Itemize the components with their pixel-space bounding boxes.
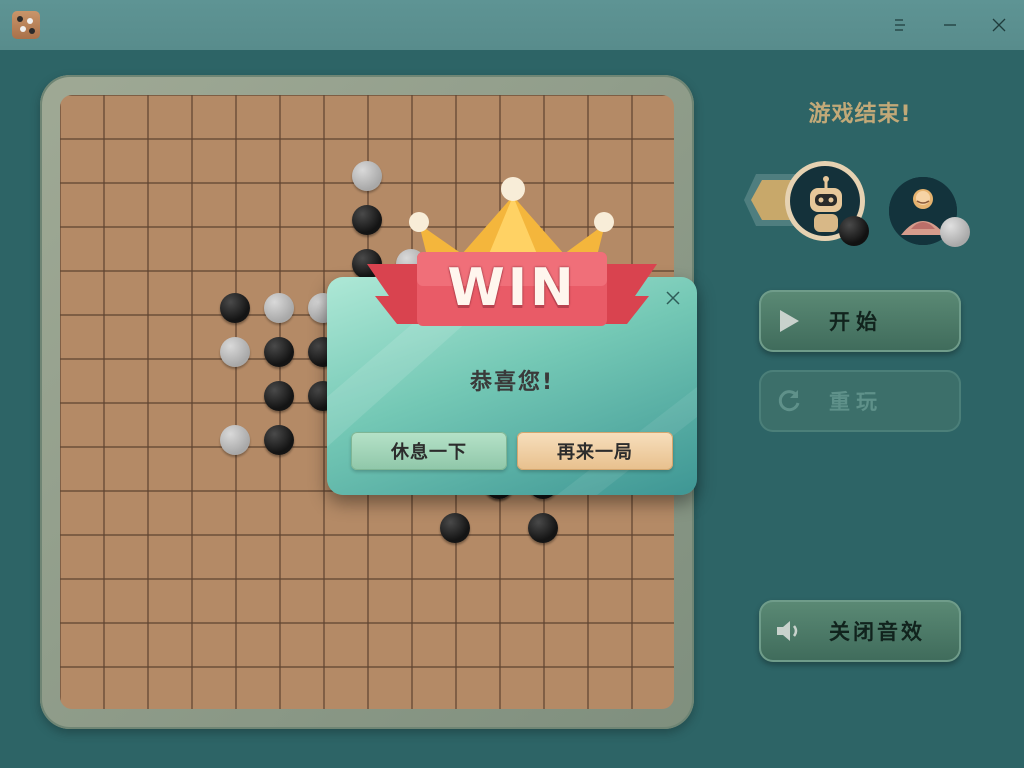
play-again-button[interactable]: 再来一局: [517, 432, 673, 470]
menu-icon[interactable]: [889, 14, 911, 36]
speaker-icon: [759, 618, 819, 644]
close-icon[interactable]: [988, 14, 1010, 36]
minimize-icon[interactable]: [939, 14, 961, 36]
ai-black-stone: [839, 216, 869, 246]
sound-label: 关闭音效: [829, 620, 925, 644]
congrats-message: 恭喜您!: [469, 370, 555, 395]
dialog-close-icon[interactable]: [663, 288, 683, 308]
game-status: 游戏结束!: [808, 102, 912, 127]
title-bar: [0, 0, 1024, 50]
rest-button[interactable]: 休息一下: [351, 432, 507, 470]
sound-toggle-button[interactable]: 关闭音效: [759, 600, 961, 662]
replay-label: 重玩: [829, 390, 883, 414]
play-icon: [759, 309, 819, 333]
replay-button[interactable]: 重玩: [759, 370, 961, 432]
win-banner-text: WIN: [447, 258, 577, 318]
refresh-icon: [759, 388, 819, 414]
user-white-stone: [940, 217, 970, 247]
start-label: 开始: [829, 310, 883, 334]
dice-game-icon: [12, 11, 40, 39]
start-button[interactable]: 开始: [759, 290, 961, 352]
